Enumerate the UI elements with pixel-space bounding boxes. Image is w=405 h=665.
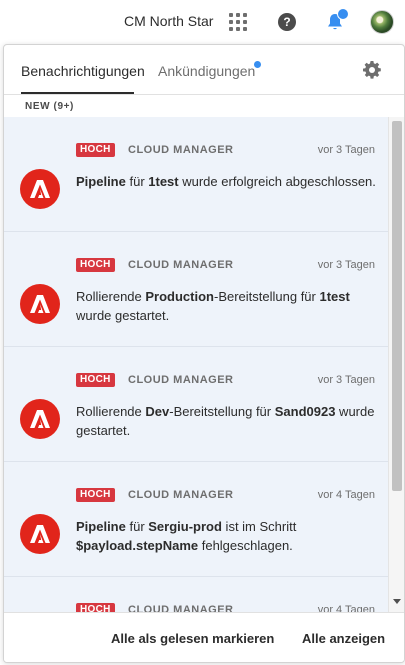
notification-item[interactable]: HOCH CLOUD MANAGER vor 4 Tagen Pipeline … [4, 462, 388, 577]
notifications-panel: Benachrichtigungen Ankündigungen NEW (9+… [3, 44, 405, 663]
section-label: NEW (9+) [25, 101, 74, 112]
apps-icon[interactable] [229, 13, 247, 31]
notification-source: CLOUD MANAGER [128, 144, 234, 156]
adobe-logo-icon [20, 284, 60, 324]
adobe-logo-icon [20, 514, 60, 554]
message-text: wurde gestartet. [76, 308, 170, 323]
message-highlight: 1test [319, 289, 350, 304]
notification-item[interactable]: HOCH CLOUD MANAGER vor 3 Tagen Rollieren… [4, 347, 388, 462]
notification-time: vor 4 Tagen [317, 604, 375, 612]
message-text: wurde erfolgreich abgeschlossen. [178, 174, 376, 189]
top-bar: CM North Star ? [0, 0, 405, 44]
unread-indicator [337, 8, 349, 20]
priority-badge: HOCH [76, 143, 115, 157]
notification-message: Pipeline für 1test wurde erfolgreich abg… [76, 172, 376, 191]
adobe-logo-icon [20, 399, 60, 439]
panel-footer: Alle als gelesen markieren Alle anzeigen [4, 612, 404, 662]
message-highlight: 1test [148, 174, 179, 189]
adobe-logo-icon [20, 169, 60, 209]
tab-benachrichtigungen[interactable]: Benachrichtigungen [21, 63, 145, 79]
avatar[interactable] [370, 10, 394, 34]
help-icon[interactable]: ? [278, 13, 296, 31]
gear-icon[interactable] [362, 60, 382, 80]
message-text: Rollierende [76, 289, 146, 304]
message-highlight: Sand0923 [274, 404, 336, 419]
message-highlight: Pipeline [76, 174, 126, 189]
priority-badge: HOCH [76, 373, 115, 387]
message-text: Rollierende [76, 404, 146, 419]
priority-badge: HOCH [76, 488, 115, 502]
scrollbar[interactable] [388, 117, 404, 612]
notification-source: CLOUD MANAGER [128, 374, 234, 386]
message-text: -Bereitstellung für [213, 289, 320, 304]
notification-message: Rollierende Dev-Bereitstellung für Sand0… [76, 402, 376, 440]
notification-source: CLOUD MANAGER [128, 489, 234, 501]
active-tab-indicator [21, 92, 134, 94]
scroll-down-arrow-icon[interactable] [393, 599, 401, 604]
notification-time: vor 3 Tagen [317, 259, 375, 271]
notification-message: Rollierende Production-Bereitstellung fü… [76, 287, 376, 325]
notification-message: Pipeline für Sergiu-prod ist im Schritt … [76, 517, 376, 555]
message-highlight: Pipeline [76, 519, 126, 534]
notification-list: HOCH CLOUD MANAGER vor 3 Tagen Pipeline … [4, 117, 404, 612]
tab-ankuendigungen[interactable]: Ankündigungen [158, 63, 255, 79]
notification-time: vor 4 Tagen [317, 489, 375, 501]
page: CM North Star ? Benachrichtigungen Ankün… [0, 0, 405, 665]
notification-item[interactable]: HOCH CLOUD MANAGER vor 3 Tagen Rollieren… [4, 232, 388, 347]
mark-all-read-button[interactable]: Alle als gelesen markieren [111, 631, 274, 646]
priority-badge: HOCH [76, 258, 115, 272]
message-highlight: $payload.stepName [76, 538, 199, 553]
tab-bar: Benachrichtigungen Ankündigungen [4, 45, 404, 95]
notification-item[interactable]: HOCH CLOUD MANAGER vor 3 Tagen Pipeline … [4, 117, 388, 232]
show-all-button[interactable]: Alle anzeigen [302, 631, 385, 646]
notification-time: vor 3 Tagen [317, 374, 375, 386]
notification-time: vor 3 Tagen [317, 144, 375, 156]
message-highlight: Production [145, 289, 214, 304]
message-text: für [125, 519, 149, 534]
notification-source: CLOUD MANAGER [128, 604, 234, 612]
scrollbar-thumb[interactable] [392, 121, 402, 491]
notification-item[interactable]: HOCH CLOUD MANAGER vor 4 Tagen [4, 577, 388, 612]
message-text: ist im Schritt [221, 519, 297, 534]
message-text: fehlgeschlagen. [198, 538, 293, 553]
priority-badge: HOCH [76, 603, 115, 612]
message-text: -Bereitstellung für [169, 404, 275, 419]
new-announcement-dot [254, 61, 261, 68]
notification-source: CLOUD MANAGER [128, 259, 234, 271]
org-switcher[interactable]: CM North Star [124, 13, 213, 29]
message-highlight: Dev [145, 404, 170, 419]
message-highlight: Sergiu-prod [148, 519, 222, 534]
message-text: für [125, 174, 149, 189]
